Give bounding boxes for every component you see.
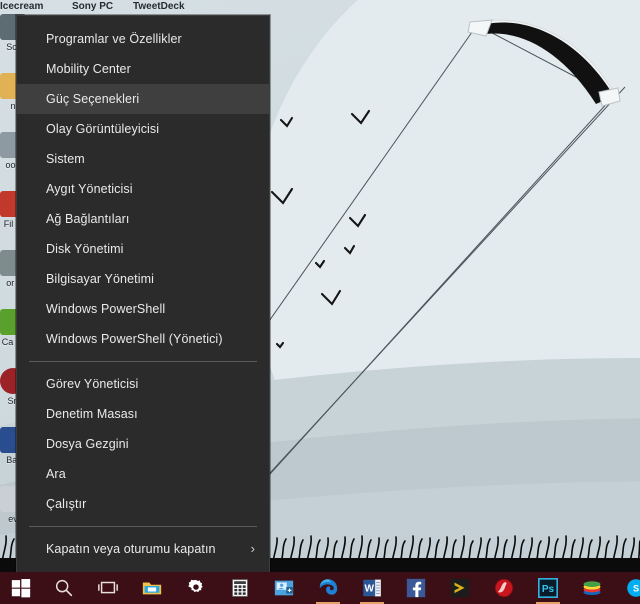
- menu-item-label: Çalıştır: [46, 497, 87, 511]
- menu-item-label: Ara: [46, 467, 66, 481]
- start-button[interactable]: [0, 572, 42, 604]
- menu-item-task-manager[interactable]: Görev Yöneticisi: [17, 369, 269, 399]
- taskbar-item-task-view[interactable]: [86, 572, 130, 604]
- menu-separator: [29, 526, 257, 527]
- menu-item-label: Aygıt Yöneticisi: [46, 182, 133, 196]
- bluestacks-icon: [583, 581, 601, 596]
- taskbar-item-cortana-search[interactable]: [42, 572, 86, 604]
- taskbar-item-file-explorer[interactable]: [130, 572, 174, 604]
- remote-desktop-icon: [274, 580, 294, 596]
- menu-item-disk-management[interactable]: Disk Yönetimi: [17, 234, 269, 264]
- menu-item-power-options[interactable]: Güç Seçenekleri: [17, 84, 269, 114]
- menu-item-shutdown-or-signout[interactable]: Kapatın veya oturumu kapatın ›: [17, 534, 269, 564]
- calculator-icon: [232, 579, 248, 597]
- taskbar-item-remote-desktop[interactable]: [262, 572, 306, 604]
- taskbar-item-photoshop[interactable]: Ps: [526, 572, 570, 604]
- menu-item-mobility-center[interactable]: Mobility Center: [17, 54, 269, 84]
- svg-text:S: S: [633, 584, 639, 594]
- taskbar-item-microsoft-word[interactable]: W: [350, 572, 394, 604]
- terminal-icon: [450, 578, 470, 598]
- opera-icon: [494, 578, 514, 598]
- taskbar-item-bluestacks[interactable]: [570, 572, 614, 604]
- menu-item-label: Ağ Bağlantıları: [46, 212, 130, 226]
- menu-item-search[interactable]: Ara: [17, 459, 269, 489]
- winx-power-user-menu[interactable]: Programlar ve Özellikler Mobility Center…: [16, 15, 270, 586]
- word-icon: W: [363, 579, 381, 597]
- svg-text:W: W: [364, 584, 374, 595]
- menu-separator: [29, 361, 257, 362]
- desktop-top-label: TweetDeck: [133, 1, 185, 12]
- menu-item-computer-management[interactable]: Bilgisayar Yönetimi: [17, 264, 269, 294]
- menu-item-windows-powershell[interactable]: Windows PowerShell: [17, 294, 269, 324]
- menu-item-event-viewer[interactable]: Olay Görüntüleyicisi: [17, 114, 269, 144]
- gear-icon: [188, 579, 203, 593]
- menu-item-label: Kapatın veya oturumu kapatın: [46, 542, 216, 556]
- menu-item-control-panel[interactable]: Denetim Masası: [17, 399, 269, 429]
- taskbar-item-facebook[interactable]: [394, 572, 438, 604]
- desktop-screen: Icecream Sony PC TweetDeck Scr n oog Fil…: [0, 0, 640, 604]
- menu-item-label: Windows PowerShell: [46, 302, 166, 316]
- facebook-icon: [406, 578, 426, 598]
- menu-item-label: Güç Seçenekleri: [46, 92, 140, 106]
- menu-item-label: Görev Yöneticisi: [46, 377, 139, 391]
- menu-item-file-explorer[interactable]: Dosya Gezgini: [17, 429, 269, 459]
- menu-item-label: Bilgisayar Yönetimi: [46, 272, 154, 286]
- taskbar-item-terminal[interactable]: [438, 572, 482, 604]
- menu-item-device-manager[interactable]: Aygıt Yöneticisi: [17, 174, 269, 204]
- menu-item-label: Dosya Gezgini: [46, 437, 129, 451]
- desktop-top-label: Sony PC: [72, 1, 114, 12]
- edge-icon: [319, 579, 338, 595]
- file-explorer-icon: [142, 582, 162, 595]
- menu-item-run[interactable]: Çalıştır: [17, 489, 269, 519]
- photoshop-icon: Ps: [538, 578, 558, 598]
- menu-item-windows-powershell-admin[interactable]: Windows PowerShell (Yönetici): [17, 324, 269, 354]
- taskbar-item-skype[interactable]: S: [614, 572, 640, 604]
- desktop-top-label: Icecream: [0, 1, 44, 12]
- menu-item-label: Programlar ve Özellikler: [46, 32, 182, 46]
- menu-item-label: Sistem: [46, 152, 85, 166]
- taskbar-item-settings[interactable]: [174, 572, 218, 604]
- menu-item-label: Disk Yönetimi: [46, 242, 124, 256]
- taskbar-item-calculator[interactable]: [218, 572, 262, 604]
- menu-item-system[interactable]: Sistem: [17, 144, 269, 174]
- menu-item-label: Denetim Masası: [46, 407, 138, 421]
- taskbar-item-opera[interactable]: [482, 572, 526, 604]
- windows-logo-icon: [11, 579, 31, 598]
- menu-item-label: Olay Görüntüleyicisi: [46, 122, 160, 136]
- skype-icon: S: [627, 579, 640, 597]
- menu-item-label: Windows PowerShell (Yönetici): [46, 332, 223, 346]
- search-icon: [55, 579, 73, 597]
- menu-item-label: Mobility Center: [46, 62, 131, 76]
- svg-text:Ps: Ps: [542, 584, 555, 595]
- taskbar-item-microsoft-edge[interactable]: [306, 572, 350, 604]
- menu-item-network-connections[interactable]: Ağ Bağlantıları: [17, 204, 269, 234]
- desktop-top-label-row: Icecream Sony PC TweetDeck: [0, 1, 640, 15]
- chevron-right-icon: ›: [250, 541, 255, 556]
- task-view-icon: [98, 581, 118, 594]
- menu-item-programs-and-features[interactable]: Programlar ve Özellikler: [17, 24, 269, 54]
- taskbar[interactable]: W Ps S: [0, 572, 640, 604]
